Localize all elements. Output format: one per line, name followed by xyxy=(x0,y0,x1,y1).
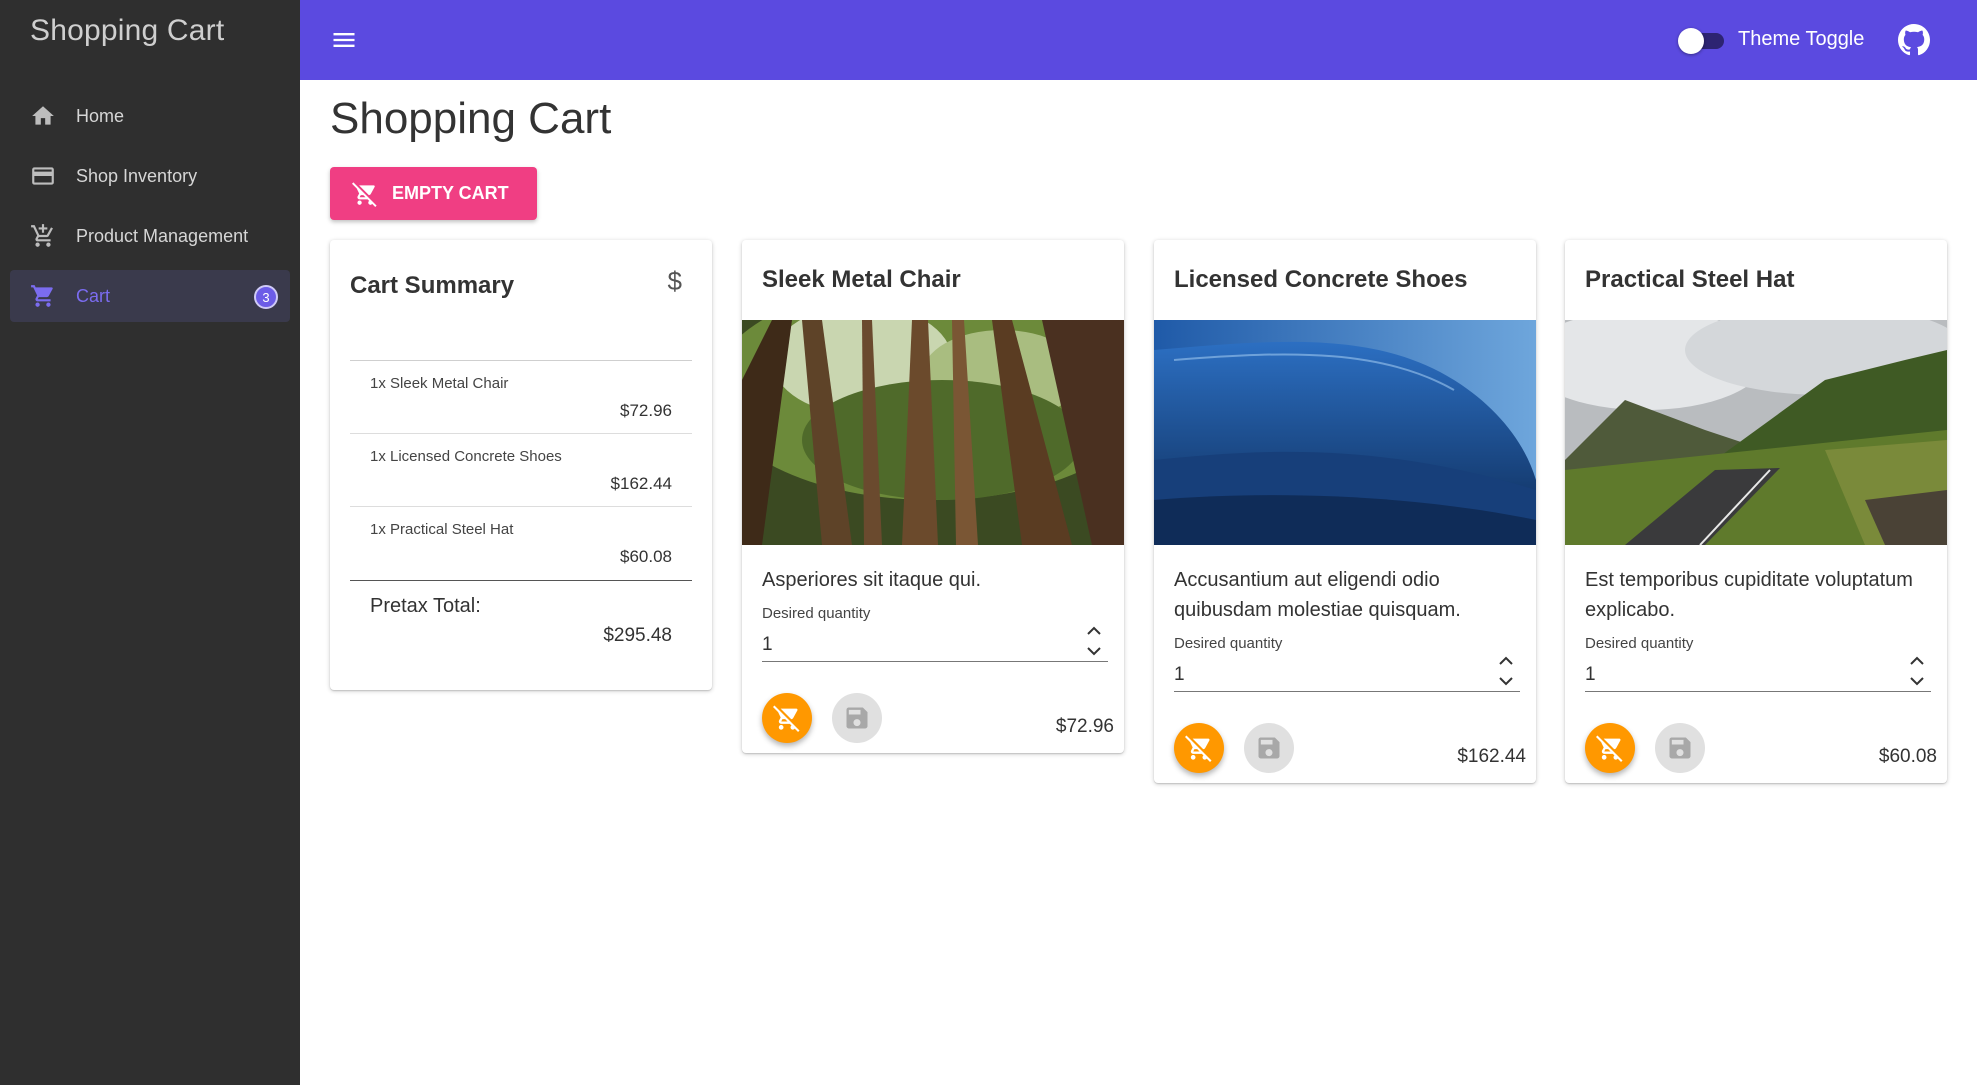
remove-shopping-cart-icon xyxy=(352,181,377,207)
summary-item-name: 1x Practical Steel Hat xyxy=(370,521,514,538)
product-image xyxy=(1565,320,1947,545)
quantity-input[interactable]: 1 xyxy=(1174,656,1520,692)
quantity-label: Desired quantity xyxy=(1585,635,1694,652)
sidebar-item-label: Product Management xyxy=(76,225,249,246)
sidebar-item-product-management[interactable]: Product Management xyxy=(10,210,290,262)
pretax-total-value: $295.48 xyxy=(603,625,672,646)
product-image xyxy=(742,320,1124,545)
credit-card-icon xyxy=(30,163,56,189)
product-card: Practical Steel Hat Est temporibus cupid… xyxy=(1565,240,1947,783)
summary-row: 1x Practical Steel Hat $60.08 xyxy=(350,507,692,580)
save-button[interactable] xyxy=(832,693,882,743)
total-divider xyxy=(350,580,692,581)
theme-toggle-label: Theme Toggle xyxy=(1738,28,1865,50)
sidebar-item-label: Home xyxy=(76,105,125,126)
shopping-cart-icon xyxy=(30,283,56,309)
quantity-input[interactable]: 1 xyxy=(1585,656,1931,692)
cart-count-badge: 3 xyxy=(254,285,278,309)
quantity-value: 1 xyxy=(762,634,773,655)
product-price: $162.44 xyxy=(1457,746,1526,767)
product-title: Sleek Metal Chair xyxy=(762,266,961,293)
summary-item-name: 1x Licensed Concrete Shoes xyxy=(370,448,562,465)
sidebar-item-home[interactable]: Home xyxy=(10,90,290,142)
sidebar-nav: Home Shop Inventory Product Management C… xyxy=(10,90,290,330)
quantity-stepper-icon[interactable] xyxy=(1084,622,1104,660)
product-price: $60.08 xyxy=(1878,746,1937,767)
sidebar-item-label: Shop Inventory xyxy=(76,165,198,186)
home-icon xyxy=(30,103,56,129)
pretax-total-label: Pretax Total: xyxy=(370,595,481,617)
sidebar-item-shop-inventory[interactable]: Shop Inventory xyxy=(10,150,290,202)
quantity-label: Desired quantity xyxy=(1174,635,1283,652)
quantity-stepper-icon[interactable] xyxy=(1907,652,1927,690)
add-shopping-cart-icon xyxy=(30,223,56,249)
sidebar-item-label: Cart xyxy=(76,285,111,306)
product-title: Practical Steel Hat xyxy=(1585,266,1795,293)
quantity-label: Desired quantity xyxy=(762,605,871,622)
sidebar: Shopping Cart Home Shop Inventory Produc… xyxy=(0,0,300,1085)
product-description: Accusantium aut eligendi odio quibusdam … xyxy=(1174,569,1461,621)
top-app-bar: Theme Toggle xyxy=(300,0,1977,80)
theme-toggle-switch[interactable] xyxy=(1678,28,1724,54)
remove-from-cart-button[interactable] xyxy=(762,693,812,743)
remove-from-cart-button[interactable] xyxy=(1174,723,1224,773)
quantity-stepper-icon[interactable] xyxy=(1496,652,1516,690)
product-card: Licensed Concrete Shoes Accusantium aut … xyxy=(1154,240,1536,783)
summary-item-price: $162.44 xyxy=(610,474,672,493)
quantity-value: 1 xyxy=(1174,664,1185,685)
summary-row: 1x Sleek Metal Chair $72.96 xyxy=(350,361,692,434)
cart-summary-title: Cart Summary xyxy=(350,272,515,299)
save-button[interactable] xyxy=(1244,723,1294,773)
save-button[interactable] xyxy=(1655,723,1705,773)
toggle-knob xyxy=(1678,28,1704,54)
save-icon xyxy=(1669,737,1691,759)
save-icon xyxy=(846,707,868,729)
sidebar-item-cart[interactable]: Cart 3 xyxy=(10,270,290,322)
cart-summary-card: Cart Summary $ 1x Sleek Metal Chair $72.… xyxy=(330,240,712,690)
product-card: Sleek Metal Chair Asperiores sit itaque … xyxy=(742,240,1124,753)
dollar-icon: $ xyxy=(667,266,682,296)
product-price: $72.96 xyxy=(1055,716,1114,737)
summary-item-price: $60.08 xyxy=(620,547,672,566)
summary-row: 1x Licensed Concrete Shoes $162.44 xyxy=(350,434,692,507)
remove-from-cart-button[interactable] xyxy=(1585,723,1635,773)
product-description: Asperiores sit itaque qui. xyxy=(762,569,982,591)
product-title: Licensed Concrete Shoes xyxy=(1174,266,1468,293)
save-icon xyxy=(1258,737,1280,759)
remove-shopping-cart-icon xyxy=(1596,735,1623,762)
app-brand: Shopping Cart xyxy=(30,14,225,47)
product-description: Est temporibus cupiditate voluptatum exp… xyxy=(1585,569,1913,621)
remove-shopping-cart-icon xyxy=(773,705,800,732)
empty-cart-button[interactable]: EMPTY CART xyxy=(330,167,537,220)
summary-item-price: $72.96 xyxy=(620,401,672,420)
product-image xyxy=(1154,320,1536,545)
page-title: Shopping Cart xyxy=(330,94,612,143)
remove-shopping-cart-icon xyxy=(1185,735,1212,762)
quantity-input[interactable]: 1 xyxy=(762,626,1108,662)
summary-item-name: 1x Sleek Metal Chair xyxy=(370,375,509,392)
quantity-value: 1 xyxy=(1585,664,1596,685)
empty-cart-label: EMPTY CART xyxy=(392,183,509,203)
github-icon[interactable] xyxy=(1898,24,1930,56)
menu-icon[interactable] xyxy=(330,26,358,54)
